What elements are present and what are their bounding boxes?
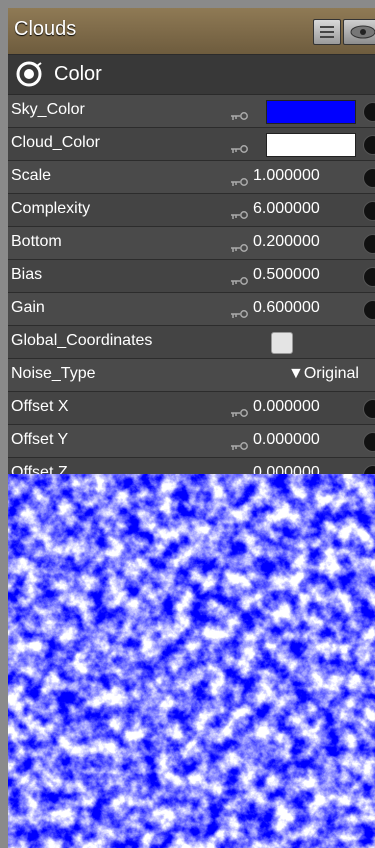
connect-knob-icon[interactable] [363,168,375,188]
key-icon[interactable] [230,439,250,450]
key-icon[interactable] [230,208,250,219]
property-label: Complexity [11,200,91,217]
property-value-field[interactable]: 0.500000 [253,266,320,284]
panel-title: Clouds [14,18,77,40]
connect-knob-icon[interactable] [363,201,375,221]
property-row: Noise_Type ▼Original [8,359,375,392]
property-row: Gain 0.600000 [8,293,375,326]
section-title: Color [54,63,102,85]
color-section-header[interactable]: Color [8,55,375,95]
property-row: Bottom 0.200000 [8,227,375,260]
property-row: Complexity 6.000000 [8,194,375,227]
property-row: Global_Coordinates [8,326,375,359]
connect-knob-icon[interactable] [363,432,375,452]
property-value-field[interactable]: 6.000000 [253,200,320,218]
property-value-field[interactable]: 0.000000 [253,431,320,449]
property-label: Offset X [11,398,69,415]
key-icon[interactable] [230,274,250,285]
property-label: Scale [11,167,52,184]
cloud-preview [8,474,375,848]
connect-knob-icon[interactable] [363,102,375,122]
property-row: Cloud_Color [8,128,375,161]
connect-knob-icon[interactable] [363,267,375,287]
property-value-field[interactable]: 0.200000 [253,233,320,251]
property-value-field[interactable]: 0.000000 [253,398,320,416]
color-swatch[interactable] [266,100,356,124]
clouds-panel: Clouds Color Sky_Color Cloud_Color Scale 1.… [8,8,375,848]
panel-titlebar: Clouds [8,8,375,55]
property-label: Sky_Color [11,101,85,118]
property-list: Sky_Color Cloud_Color Scale 1.000000 Complex… [8,95,375,491]
property-label: Bias [11,266,43,283]
connect-knob-icon[interactable] [363,234,375,254]
property-label: Gain [11,299,45,316]
connect-knob-icon[interactable] [363,135,375,155]
property-row: Offset X 0.000000 [8,392,375,425]
property-label: Global_Coordinates [11,332,153,349]
key-icon[interactable] [230,241,250,252]
property-value-field[interactable]: 1.000000 [253,167,320,185]
property-label: Bottom [11,233,62,250]
property-row: Scale 1.000000 [8,161,375,194]
key-icon[interactable] [230,406,250,417]
connect-knob-icon[interactable] [363,300,375,320]
property-row: Sky_Color [8,95,375,128]
property-value-field[interactable]: 0.600000 [253,299,320,317]
global-coordinates-checkbox[interactable] [271,332,293,354]
menu-icon[interactable] [313,19,341,45]
property-row: Offset Y 0.000000 [8,425,375,458]
color-swatch[interactable] [266,133,356,157]
key-icon[interactable] [230,307,250,318]
eye-icon[interactable] [343,19,375,45]
key-icon[interactable] [230,175,250,186]
property-label: Offset Y [11,431,69,448]
connect-knob-icon[interactable] [363,399,375,419]
noise-type-dropdown[interactable]: ▼Original [288,365,359,383]
key-icon[interactable] [230,109,250,120]
property-row: Bias 0.500000 [8,260,375,293]
property-label: Noise_Type [11,365,96,382]
property-label: Cloud_Color [11,134,100,151]
section-toggle-icon[interactable] [16,61,42,87]
key-icon[interactable] [230,142,250,153]
